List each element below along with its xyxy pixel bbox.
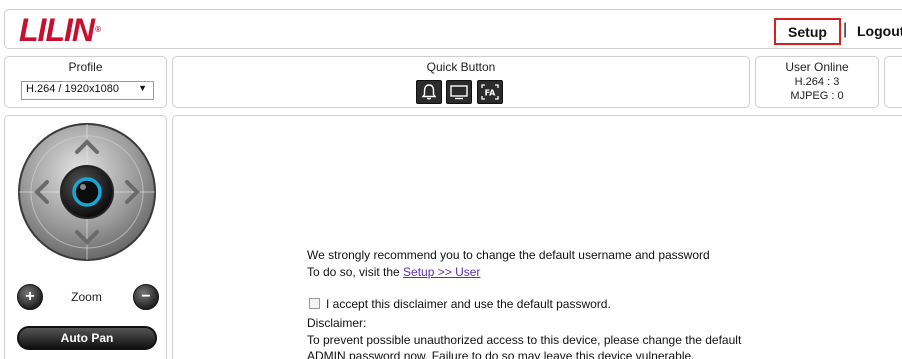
ptz-control-panel: + Zoom − Auto Pan	[4, 115, 167, 359]
display-icon	[450, 85, 468, 100]
logo-registered-mark: ®	[94, 25, 101, 34]
setup-user-link[interactable]: Setup >> User	[403, 265, 480, 279]
header-separator: |	[843, 21, 848, 38]
display-button[interactable]	[446, 80, 472, 104]
logo-text: LILIN	[19, 12, 95, 48]
auto-pan-button[interactable]: Auto Pan	[17, 326, 157, 350]
zoom-row: + Zoom −	[5, 284, 168, 312]
profile-select[interactable]: H.264 / 1920x1080 ▼	[21, 81, 154, 100]
mjpeg-user-count: MJPEG : 0	[790, 90, 844, 102]
visit-prefix: To do so, visit the	[307, 265, 404, 279]
camera-web-ui: LILIN® Setup | Logout Profile H.264 / 19…	[0, 0, 902, 359]
disclaimer-line-1: To prevent possible unauthorized access …	[307, 333, 742, 347]
bell-icon	[421, 84, 437, 100]
quick-button-title: Quick Button	[426, 60, 496, 74]
svg-text:FA: FA	[485, 89, 497, 98]
focus-area-button[interactable]: FA	[477, 80, 503, 104]
alarm-button[interactable]	[416, 80, 442, 104]
lilin-logo: LILIN®	[19, 12, 101, 48]
logout-button[interactable]: Logout	[857, 23, 902, 39]
h264-user-count: H.264 : 3	[794, 76, 840, 88]
recommend-text: We strongly recommend you to change the …	[307, 248, 710, 262]
minus-icon: −	[141, 288, 151, 305]
quick-button-panel: Quick Button FA	[172, 56, 750, 108]
dropdown-arrow-icon: ▼	[138, 83, 147, 93]
visit-setup-text: To do so, visit the Setup >> User	[307, 265, 480, 279]
main-content-panel: We strongly recommend you to change the …	[172, 115, 902, 359]
ptz-joystick[interactable]	[17, 120, 157, 270]
accept-disclaimer-label[interactable]: I accept this disclaimer and use the def…	[326, 297, 611, 311]
setup-button[interactable]: Setup	[774, 18, 841, 45]
header-bar: LILIN® Setup | Logout	[4, 9, 902, 49]
extra-panel	[884, 56, 902, 108]
profile-selected-value: H.264 / 1920x1080	[26, 83, 119, 95]
user-online-title: User Online	[785, 60, 849, 74]
profile-title: Profile	[68, 60, 103, 74]
accept-disclaimer-checkbox[interactable]	[309, 298, 320, 309]
profile-panel: Profile H.264 / 1920x1080 ▼	[4, 56, 167, 108]
focus-area-icon: FA	[481, 84, 499, 100]
disclaimer-title: Disclaimer:	[307, 316, 367, 330]
accept-row: I accept this disclaimer and use the def…	[307, 297, 611, 311]
user-online-panel: User Online H.264 : 3 MJPEG : 0	[755, 56, 879, 108]
disclaimer-line-2: ADMIN password now. Failure to do so may…	[307, 349, 695, 359]
zoom-out-button[interactable]: −	[133, 284, 159, 310]
